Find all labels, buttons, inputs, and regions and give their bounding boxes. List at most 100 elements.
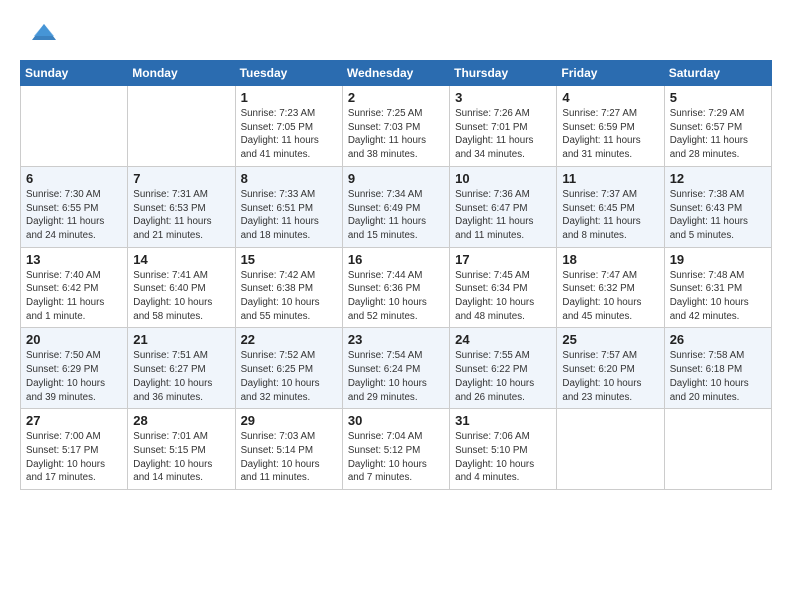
calendar-cell: 24 Sunrise: 7:55 AM Sunset: 6:22 PM Dayli… [450,328,557,409]
day-info: Sunrise: 7:47 AM Sunset: 6:32 PM Dayligh… [562,269,658,324]
day-info: Sunrise: 7:38 AM Sunset: 6:43 PM Dayligh… [670,188,766,243]
day-number: 3 [455,90,551,105]
day-number: 25 [562,332,658,347]
calendar-cell: 29Sunrise: 7:03 AM Sunset: 5:14 PM Dayli… [235,409,342,490]
day-info: Sunrise: 7:42 AM Sunset: 6:38 PM Dayligh… [241,269,337,324]
calendar-cell: 30 Sunrise: 7:04 AM Sunset: 5:12 PM Dayli… [342,409,449,490]
calendar-header-row: SundayMondayTuesdayWednesdayThursdayFrid… [21,61,772,86]
calendar-cell: 8 Sunrise: 7:33 AM Sunset: 6:51 PM Daylig… [235,166,342,247]
calendar-week-row: 20Sunrise: 7:50 AM Sunset: 6:29 PM Dayli… [21,328,772,409]
day-number: 21 [133,332,229,347]
day-info: Sunrise: 7:40 AM Sunset: 6:42 PM Dayligh… [26,269,122,324]
calendar-day-header: Tuesday [235,61,342,86]
day-info: Sunrise: 7:52 AM Sunset: 6:25 PM Dayligh… [241,349,337,404]
day-info: Sunrise: 7:50 AM Sunset: 6:29 PM Dayligh… [26,349,122,404]
calendar-cell: 15 Sunrise: 7:42 AM Sunset: 6:38 PM Dayli… [235,247,342,328]
day-number: 23 [348,332,444,347]
calendar-cell [664,409,771,490]
calendar-cell: 25 Sunrise: 7:57 AM Sunset: 6:20 PM Dayli… [557,328,664,409]
day-number: 17 [455,252,551,267]
calendar-cell: 23 Sunrise: 7:54 AM Sunset: 6:24 PM Dayli… [342,328,449,409]
day-info: Sunrise: 7:04 AM Sunset: 5:12 PM Dayligh… [348,430,444,485]
calendar-cell [128,86,235,167]
day-info: Sunrise: 7:25 AM Sunset: 7:03 PM Dayligh… [348,107,444,162]
calendar-week-row: 6 Sunrise: 7:30 AM Sunset: 6:55 PM Daylig… [21,166,772,247]
calendar-day-header: Wednesday [342,61,449,86]
day-number: 22 [241,332,337,347]
calendar-cell: 7 Sunrise: 7:31 AM Sunset: 6:53 PM Daylig… [128,166,235,247]
calendar-cell: 27 Sunrise: 7:00 AM Sunset: 5:17 PM Dayli… [21,409,128,490]
day-number: 6 [26,171,122,186]
day-info: Sunrise: 7:31 AM Sunset: 6:53 PM Dayligh… [133,188,229,243]
header [20,16,772,48]
logo-icon [24,16,56,48]
day-number: 27 [26,413,122,428]
day-number: 16 [348,252,444,267]
calendar-cell: 16Sunrise: 7:44 AM Sunset: 6:36 PM Dayli… [342,247,449,328]
day-info: Sunrise: 7:55 AM Sunset: 6:22 PM Dayligh… [455,349,551,404]
day-number: 8 [241,171,337,186]
day-info: Sunrise: 7:34 AM Sunset: 6:49 PM Dayligh… [348,188,444,243]
day-info: Sunrise: 7:33 AM Sunset: 6:51 PM Dayligh… [241,188,337,243]
day-number: 19 [670,252,766,267]
calendar-day-header: Saturday [664,61,771,86]
calendar-day-header: Monday [128,61,235,86]
day-number: 31 [455,413,551,428]
day-number: 4 [562,90,658,105]
day-info: Sunrise: 7:27 AM Sunset: 6:59 PM Dayligh… [562,107,658,162]
calendar-cell: 13 Sunrise: 7:40 AM Sunset: 6:42 PM Dayli… [21,247,128,328]
day-info: Sunrise: 7:58 AM Sunset: 6:18 PM Dayligh… [670,349,766,404]
day-number: 24 [455,332,551,347]
calendar-cell: 5Sunrise: 7:29 AM Sunset: 6:57 PM Daylig… [664,86,771,167]
day-info: Sunrise: 7:06 AM Sunset: 5:10 PM Dayligh… [455,430,551,485]
calendar-week-row: 13 Sunrise: 7:40 AM Sunset: 6:42 PM Dayli… [21,247,772,328]
calendar-cell: 3 Sunrise: 7:26 AM Sunset: 7:01 PM Daylig… [450,86,557,167]
day-info: Sunrise: 7:51 AM Sunset: 6:27 PM Dayligh… [133,349,229,404]
day-info: Sunrise: 7:57 AM Sunset: 6:20 PM Dayligh… [562,349,658,404]
calendar-cell: 9 Sunrise: 7:34 AM Sunset: 6:49 PM Daylig… [342,166,449,247]
calendar-cell: 18Sunrise: 7:47 AM Sunset: 6:32 PM Dayli… [557,247,664,328]
day-number: 10 [455,171,551,186]
day-info: Sunrise: 7:23 AM Sunset: 7:05 PM Dayligh… [241,107,337,162]
day-number: 1 [241,90,337,105]
calendar-cell: 20Sunrise: 7:50 AM Sunset: 6:29 PM Dayli… [21,328,128,409]
calendar-cell: 21 Sunrise: 7:51 AM Sunset: 6:27 PM Dayli… [128,328,235,409]
calendar-cell: 17Sunrise: 7:45 AM Sunset: 6:34 PM Dayli… [450,247,557,328]
day-number: 11 [562,171,658,186]
day-number: 2 [348,90,444,105]
calendar-day-header: Friday [557,61,664,86]
calendar-cell: 2 Sunrise: 7:25 AM Sunset: 7:03 PM Daylig… [342,86,449,167]
page: SundayMondayTuesdayWednesdayThursdayFrid… [0,0,792,506]
day-number: 28 [133,413,229,428]
day-info: Sunrise: 7:03 AM Sunset: 5:14 PM Dayligh… [241,430,337,485]
calendar-cell: 19Sunrise: 7:48 AM Sunset: 6:31 PM Dayli… [664,247,771,328]
calendar-cell: 11 Sunrise: 7:37 AM Sunset: 6:45 PM Dayli… [557,166,664,247]
day-info: Sunrise: 7:30 AM Sunset: 6:55 PM Dayligh… [26,188,122,243]
calendar-cell: 22 Sunrise: 7:52 AM Sunset: 6:25 PM Dayli… [235,328,342,409]
day-number: 7 [133,171,229,186]
day-info: Sunrise: 7:54 AM Sunset: 6:24 PM Dayligh… [348,349,444,404]
day-number: 30 [348,413,444,428]
day-number: 26 [670,332,766,347]
day-number: 5 [670,90,766,105]
logo [20,16,56,48]
calendar-week-row: 1 Sunrise: 7:23 AM Sunset: 7:05 PM Daylig… [21,86,772,167]
day-number: 15 [241,252,337,267]
day-number: 14 [133,252,229,267]
calendar-cell: 26 Sunrise: 7:58 AM Sunset: 6:18 PM Dayli… [664,328,771,409]
day-info: Sunrise: 7:37 AM Sunset: 6:45 PM Dayligh… [562,188,658,243]
calendar-cell: 12 Sunrise: 7:38 AM Sunset: 6:43 PM Dayli… [664,166,771,247]
calendar-cell: 28 Sunrise: 7:01 AM Sunset: 5:15 PM Dayli… [128,409,235,490]
day-info: Sunrise: 7:41 AM Sunset: 6:40 PM Dayligh… [133,269,229,324]
day-info: Sunrise: 7:01 AM Sunset: 5:15 PM Dayligh… [133,430,229,485]
calendar-cell: 14 Sunrise: 7:41 AM Sunset: 6:40 PM Dayli… [128,247,235,328]
day-number: 9 [348,171,444,186]
calendar-day-header: Sunday [21,61,128,86]
calendar-cell: 31 Sunrise: 7:06 AM Sunset: 5:10 PM Dayli… [450,409,557,490]
day-number: 12 [670,171,766,186]
calendar-table: SundayMondayTuesdayWednesdayThursdayFrid… [20,60,772,490]
day-number: 13 [26,252,122,267]
day-info: Sunrise: 7:00 AM Sunset: 5:17 PM Dayligh… [26,430,122,485]
calendar-cell [557,409,664,490]
day-info: Sunrise: 7:26 AM Sunset: 7:01 PM Dayligh… [455,107,551,162]
